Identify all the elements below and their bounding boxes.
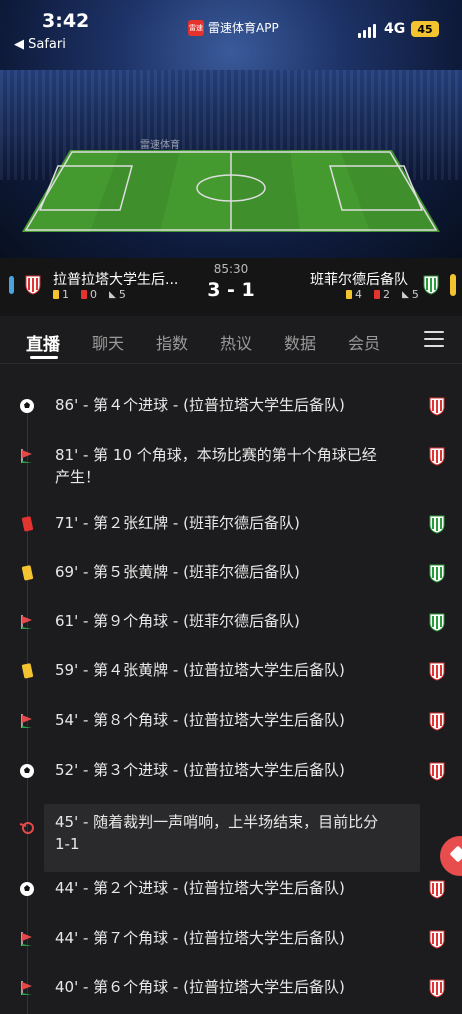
event-text: 52' - 第３个进球 - (拉普拉塔大学生后备队)	[55, 761, 345, 779]
status-time: 3:42	[42, 10, 90, 32]
away-crest-icon	[423, 275, 439, 295]
yellow-icon	[18, 662, 36, 680]
home-crest-icon	[429, 446, 445, 466]
event-text: 44' - 第７个角球 - (拉普拉塔大学生后备队)	[55, 929, 345, 947]
timeline-line	[27, 404, 28, 1014]
yellow-card-icon	[346, 290, 352, 299]
goal-icon	[18, 880, 36, 898]
app-logo-icon: 雷速	[188, 19, 204, 36]
event-text: 59' - 第４张黄牌 - (拉普拉塔大学生后备队)	[55, 661, 345, 679]
event-text: 45' - 随着裁判一声哨响，上半场结束，目前比分 1-1	[55, 813, 379, 853]
goal-icon	[18, 762, 36, 780]
corner-icon	[18, 930, 36, 948]
event-text: 44' - 第２个进球 - (拉普拉塔大学生后备队)	[55, 879, 345, 897]
tab-data[interactable]: 数据	[284, 330, 316, 354]
app-name: 雷速 雷速体育APP	[188, 19, 279, 36]
corner-icon	[18, 979, 36, 997]
goal-icon	[18, 397, 36, 415]
tab-chat[interactable]: 聊天	[92, 330, 124, 354]
network-type: 4G	[384, 21, 406, 37]
active-tab-indicator	[30, 356, 58, 359]
away-crest-icon	[429, 514, 445, 534]
battery-icon: 45	[411, 21, 439, 37]
event-text: 86' - 第４个进球 - (拉普拉塔大学生后备队)	[55, 396, 345, 414]
event-text: 54' - 第８个角球 - (拉普拉塔大学生后备队)	[55, 711, 345, 729]
signal-icon	[358, 24, 376, 38]
event-text: 69' - 第５张黄牌 - (班菲尔德后备队)	[55, 563, 300, 581]
home-crest-icon	[429, 879, 445, 899]
away-yellow-count: 4	[355, 288, 362, 301]
event-text: 40' - 第６个角球 - (拉普拉塔大学生后备队)	[55, 978, 345, 996]
home-crest-icon	[429, 661, 445, 681]
event-text: 61' - 第９个角球 - (班菲尔德后备队)	[55, 612, 300, 630]
back-to-safari[interactable]: ◀ Safari	[14, 37, 66, 52]
event-text: 71' - 第２张红牌 - (班菲尔德后备队)	[55, 514, 300, 532]
app-name-label: 雷速体育APP	[208, 21, 279, 35]
yellow-icon	[18, 564, 36, 582]
home-crest-icon	[429, 978, 445, 998]
corner-icon	[18, 447, 36, 465]
away-team-name[interactable]: 班菲尔德后备队	[310, 269, 408, 289]
home-crest-icon	[429, 711, 445, 731]
event-text: 81' - 第 10 个角球，本场比赛的第十个角球已经产生！	[55, 446, 377, 486]
tab-discussion[interactable]: 热议	[220, 330, 252, 354]
away-crest-icon	[429, 563, 445, 583]
red-icon	[18, 515, 36, 533]
pitch-graphic	[22, 150, 440, 232]
stadium-watermark: 雷速体育	[140, 140, 180, 151]
home-crest-icon	[429, 929, 445, 949]
corner-icon	[18, 712, 36, 730]
tab-odds[interactable]: 指数	[156, 330, 188, 354]
whistle-icon	[18, 818, 36, 836]
live-event-feed: 86' - 第４个进球 - (拉普拉塔大学生后备队) 81' - 第 10 个角球…	[0, 364, 462, 1014]
tab-member[interactable]: 会员	[348, 330, 380, 354]
away-crest-icon	[429, 612, 445, 632]
corner-icon: ◣	[402, 289, 409, 300]
away-stats: 4 2 ◣ 5	[346, 288, 419, 301]
tab-bar: 直播 聊天 指数 热议 数据 会员	[0, 316, 462, 364]
home-crest-icon	[429, 761, 445, 781]
red-card-icon	[374, 290, 380, 299]
tab-live[interactable]: 直播	[26, 330, 60, 355]
away-corner-count: 5	[411, 288, 419, 301]
away-red-count: 2	[383, 288, 390, 301]
home-crest-icon	[429, 396, 445, 416]
corner-icon	[18, 613, 36, 631]
menu-icon[interactable]	[424, 331, 444, 347]
status-bar: 3:42 ◀ Safari 雷速 雷速体育APP 4G 45	[0, 0, 462, 56]
